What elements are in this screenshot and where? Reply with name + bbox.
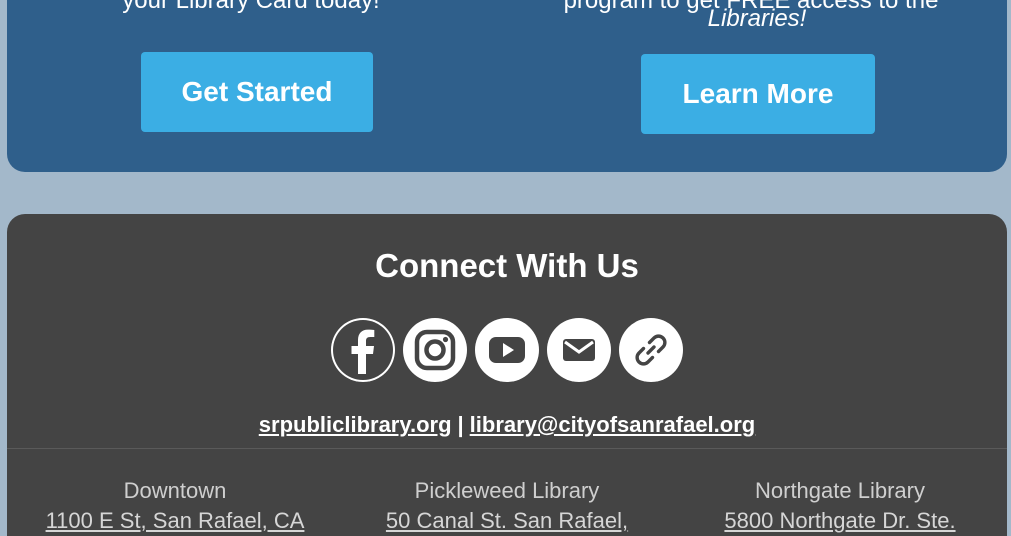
- branch-pickleweed: Pickleweed Library 50 Canal St. San Rafa…: [341, 476, 673, 536]
- footer-divider: [7, 448, 1007, 449]
- link-icon[interactable]: [619, 318, 683, 382]
- branch-address-link[interactable]: 5800 Northgate Dr. Ste.: [674, 506, 1006, 536]
- youtube-icon[interactable]: [475, 318, 539, 382]
- branch-name: Pickleweed Library: [414, 478, 600, 503]
- branch-name: Northgate Library: [755, 478, 925, 503]
- get-started-button[interactable]: Get Started: [141, 52, 373, 132]
- branch-address-link[interactable]: 50 Canal St. San Rafael,: [341, 506, 673, 536]
- page: your Library Card today! Get Started pro…: [0, 0, 1011, 536]
- promo-text: your Library Card today!: [122, 0, 380, 14]
- promo-column-program: program to get FREE access to the Librar…: [507, 0, 1007, 172]
- promo-column-library-card: your Library Card today! Get Started: [7, 0, 507, 172]
- branch-northgate: Northgate Library 5800 Northgate Dr. Ste…: [674, 476, 1006, 536]
- facebook-icon[interactable]: [331, 318, 395, 382]
- email-link[interactable]: library@cityofsanrafael.org: [470, 412, 756, 437]
- footer-title: Connect With Us: [375, 247, 639, 284]
- branch-name: Downtown: [123, 478, 227, 503]
- contact-links: srpubliclibrary.org | library@cityofsanraf…: [7, 408, 1007, 442]
- promo-card: your Library Card today! Get Started pro…: [7, 0, 1007, 172]
- instagram-icon[interactable]: [403, 318, 467, 382]
- email-icon[interactable]: [547, 318, 611, 382]
- footer-card: Connect With Us srpubliclibrary.org | li…: [7, 214, 1007, 536]
- learn-more-button[interactable]: Learn More: [641, 54, 875, 134]
- link-separator: |: [457, 412, 464, 437]
- branch-address-link[interactable]: 1100 E St, San Rafael, CA: [9, 506, 341, 536]
- website-link[interactable]: srpubliclibrary.org: [259, 412, 452, 437]
- social-links: [331, 318, 683, 382]
- promo-text-italic: Libraries!: [707, 5, 807, 32]
- branch-downtown: Downtown 1100 E St, San Rafael, CA: [9, 476, 341, 536]
